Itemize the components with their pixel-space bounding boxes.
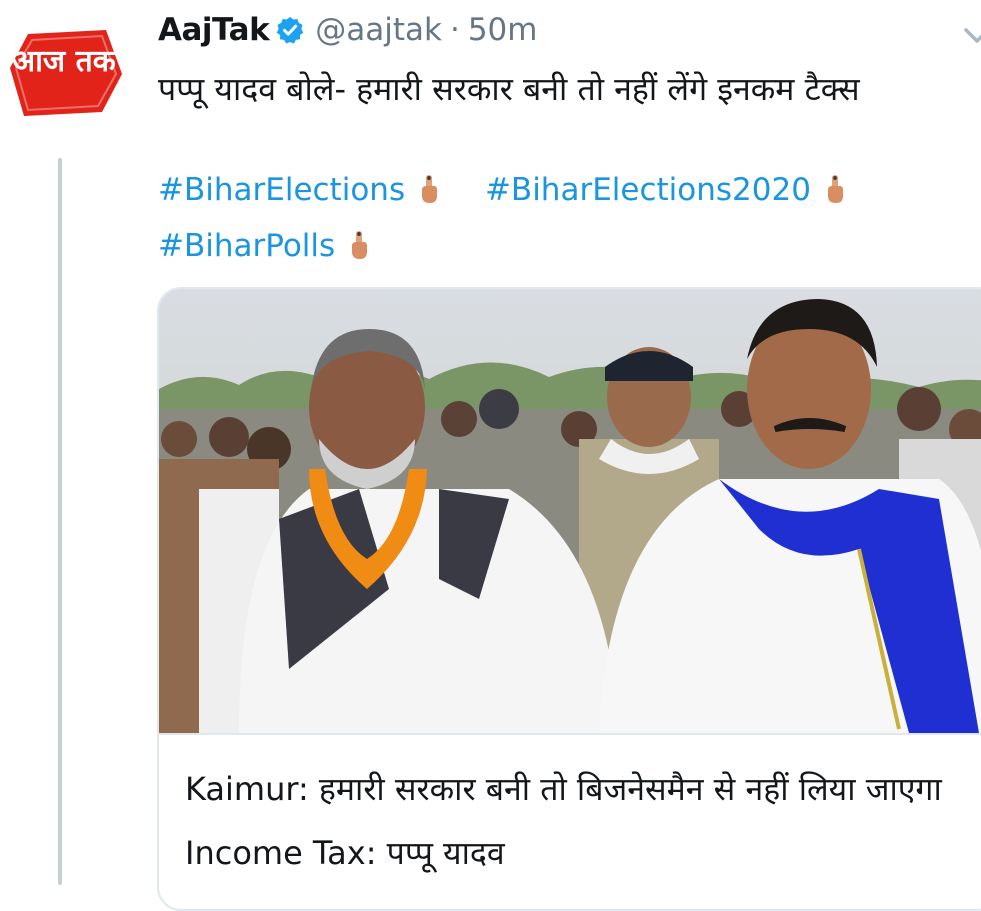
aajtak-logo: आज तक xyxy=(10,30,122,116)
tweet-text: पप्पू यादव बोले- हमारी सरकार बनी तो नहीं… xyxy=(158,70,860,108)
index-finger-icon xyxy=(352,231,368,259)
author-handle[interactable]: @aajtak xyxy=(315,12,442,48)
card-photo xyxy=(159,289,981,733)
separator-dot: · xyxy=(449,12,460,48)
hashtag-bihar-polls[interactable]: #BiharPolls xyxy=(158,228,335,264)
hashtag-bihar-elections[interactable]: #BiharElections xyxy=(158,172,405,208)
index-finger-icon xyxy=(827,175,843,203)
card-divider xyxy=(159,733,981,735)
index-finger-icon xyxy=(422,175,438,203)
hashtag-list: #BiharElections #BiharElections2020 #Bih… xyxy=(158,162,978,274)
svg-text:आज तक: आज तक xyxy=(12,44,116,79)
card-title: Kaimur: हमारी सरकार बनी तो बिजनेसमैन से … xyxy=(185,770,942,872)
hashtag-bihar-elections-2020[interactable]: #BiharElections2020 xyxy=(485,172,811,208)
avatar[interactable]: आज तक xyxy=(6,28,124,118)
author-name[interactable]: AajTak xyxy=(158,12,270,48)
timestamp[interactable]: 50m xyxy=(468,12,538,48)
tweet-menu-button[interactable] xyxy=(960,18,981,52)
tweet-header: AajTak @aajtak · 50m xyxy=(158,8,537,52)
verified-badge-icon xyxy=(276,16,304,44)
chevron-down-icon xyxy=(964,28,981,43)
thread-line xyxy=(58,158,62,885)
link-card[interactable]: Kaimur: हमारी सरकार बनी तो बिजनेसमैन से … xyxy=(157,287,981,911)
